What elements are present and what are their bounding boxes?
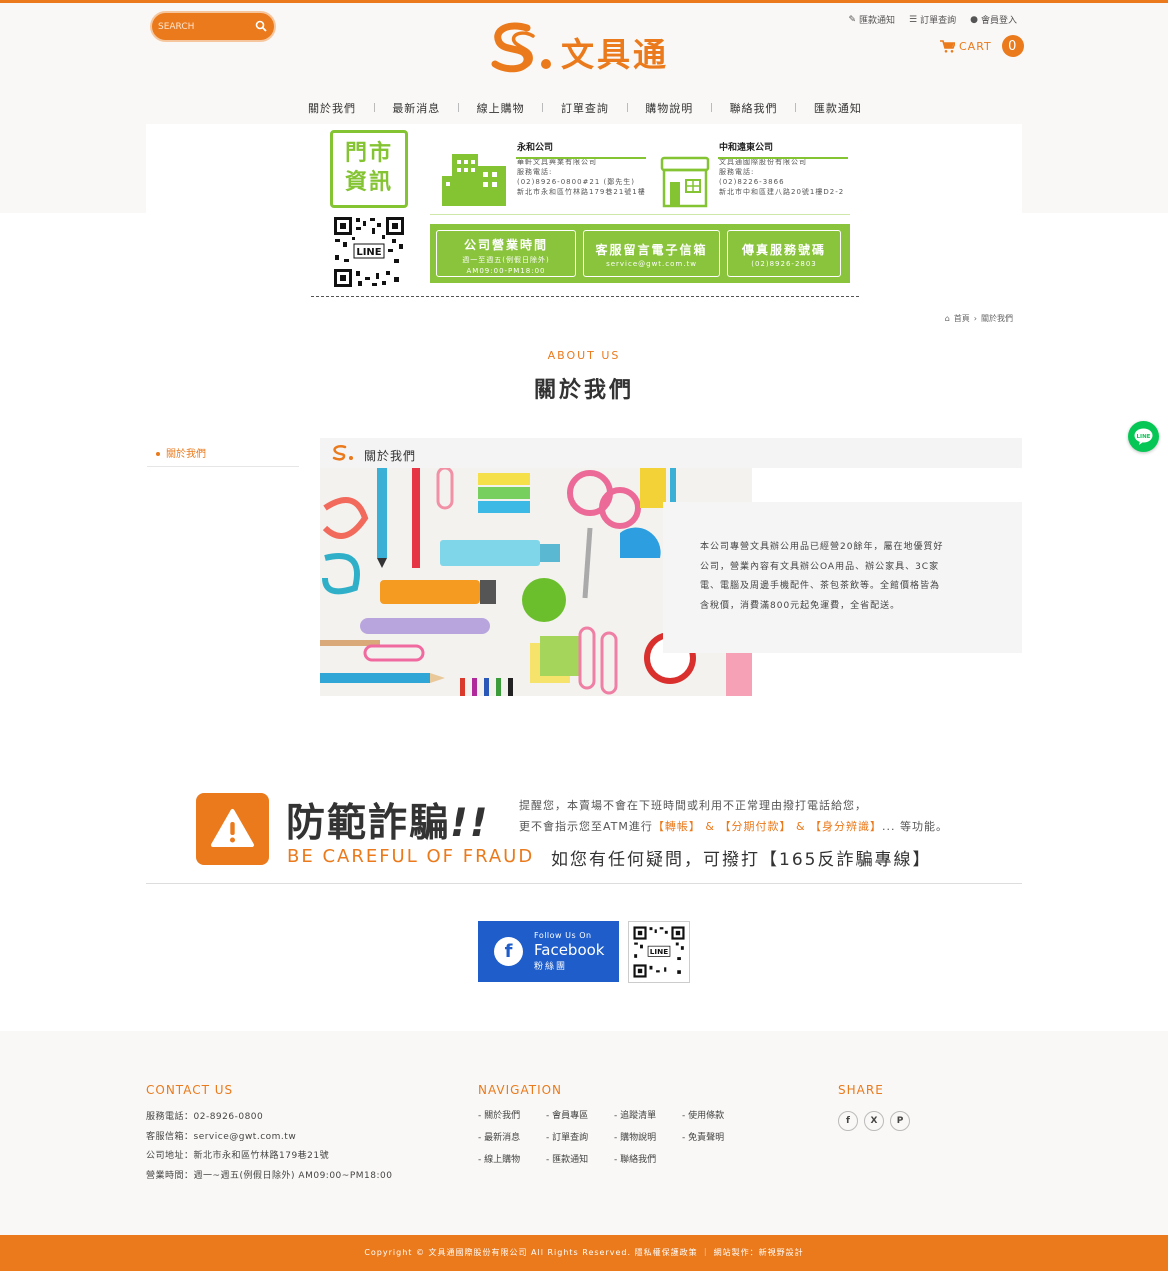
banner-divider (430, 214, 850, 215)
nav-divider (626, 103, 628, 112)
fax-number-box: 傳真服務號碼 (02)8926-2803 (727, 230, 841, 277)
cart-button[interactable]: CART 0 (940, 35, 1024, 57)
facebook-icon: f (494, 937, 523, 966)
footer-nav-title: NAVIGATION (478, 1083, 563, 1097)
breadcrumb-current: 關於我們 (981, 314, 1013, 323)
svg-text:LINE: LINE (650, 947, 668, 956)
nav-news[interactable]: 最新消息 (384, 100, 448, 116)
intro-text-box: 本公司專營文具辦公用品已經營20餘年，屬在地優質好 公司，營業內容有文具辦公OA… (663, 502, 1022, 653)
facebook-share-icon[interactable]: f (838, 1111, 858, 1131)
company-divider (516, 157, 646, 159)
fraud-title-mark: !! (450, 801, 490, 846)
nav-divider (373, 103, 375, 112)
footer-link-disclaimer[interactable]: - 免責聲明 (682, 1130, 750, 1143)
company-zhonghe: 中和遠東公司 文具通國際股份有限公司 服務電話: (02)8226-3866 新… (719, 143, 845, 196)
line-icon: LINE (1134, 428, 1153, 445)
facebook-fanpage-button[interactable]: f Follow Us On Facebook 粉絲團 (478, 921, 619, 982)
member-login-link[interactable]: ● 會員登入 (970, 13, 1017, 27)
nav-divider (542, 103, 544, 112)
share-icons: f X P (838, 1111, 910, 1131)
nav-shopping-guide[interactable]: 購物說明 (637, 100, 701, 116)
footer-share-title: SHARE (838, 1083, 884, 1097)
footer-contact-title: CONTACT US (146, 1083, 234, 1097)
section-divider (146, 883, 1022, 884)
service-info-panel: 公司營業時間 週一至週五(例假日除外) AM09:00-PM18:00 客服留言… (430, 224, 850, 283)
search-box (152, 13, 274, 40)
line-chat-button[interactable]: LINE (1128, 421, 1159, 452)
nav-divider (457, 103, 459, 112)
edit-icon: ✎ (848, 14, 857, 25)
service-email-box: 客服留言電子信箱 service@gwt.com.tw (583, 230, 720, 277)
footer-link-about[interactable]: - 關於我們 (478, 1108, 546, 1121)
logo-text: 文具通 (561, 35, 669, 74)
fraud-notice-line1: 提醒您，本賣場不會在下班時間或利用不正常理由撥打電話給您， (519, 799, 867, 812)
list-icon: ☰ (909, 14, 918, 25)
footer-link-terms[interactable]: - 使用條款 (682, 1108, 750, 1121)
x-share-icon[interactable]: X (864, 1111, 884, 1131)
footer-link-member[interactable]: - 會員專區 (546, 1108, 614, 1121)
svg-text:LINE: LINE (356, 247, 381, 258)
company-divider (718, 157, 848, 159)
warning-icon (196, 793, 269, 865)
business-hours-box: 公司營業時間 週一至週五(例假日除外) AM09:00-PM18:00 (436, 230, 576, 277)
nav-contact[interactable]: 聯絡我們 (722, 100, 786, 116)
about-heading-en: ABOUT US (547, 349, 621, 362)
fraud-hotline: 如您有任何疑問，可撥打【165反詐騙專線】 (551, 850, 932, 870)
remit-notice-link[interactable]: ✎ 匯款通知 (848, 13, 895, 27)
copyright-bar: Copyright © 文具通國際股份有限公司 All Rights Reser… (0, 1235, 1168, 1271)
nav-divider (710, 103, 712, 112)
cart-icon (940, 39, 955, 53)
top-links: ✎ 匯款通知 ☰ 訂單查詢 ● 會員登入 (848, 13, 1017, 27)
sidebar-item-about[interactable]: 關於我們 (147, 438, 299, 467)
user-icon: ● (970, 14, 978, 25)
footer-contact-info: 服務電話：02-8926-0800 客服信箱：service@gwt.com.t… (146, 1112, 393, 1182)
site-logo[interactable]: 文具通 (489, 22, 683, 76)
cart-count-badge: 0 (1001, 35, 1024, 57)
line-qr-code: LINE (332, 215, 406, 289)
footer-link-order-query[interactable]: - 訂單查詢 (546, 1130, 614, 1143)
home-icon: ⌂ (944, 314, 950, 323)
footer-link-news[interactable]: - 最新消息 (478, 1130, 546, 1143)
fraud-notice-line2: 更不會指示您至ATM進行【轉帳】 & 【分期付款】 & 【身分辨識】... 等功… (519, 820, 949, 833)
search-icon[interactable] (255, 20, 267, 32)
svg-text:LINE: LINE (1137, 434, 1151, 440)
nav-remit-notice[interactable]: 匯款通知 (806, 100, 870, 116)
nav-about[interactable]: 關於我們 (300, 100, 364, 116)
plurk-share-icon[interactable]: P (890, 1111, 910, 1131)
building-icon (442, 154, 506, 206)
footer-link-shopping-guide[interactable]: - 購物說明 (614, 1130, 682, 1143)
nav-shop[interactable]: 線上購物 (469, 100, 533, 116)
nav-order-query[interactable]: 訂單查詢 (553, 100, 617, 116)
banner-dashed-line (311, 296, 859, 297)
breadcrumb-home[interactable]: 首頁 (954, 313, 970, 324)
fraud-subtitle: BE CAREFUL OF FRAUD (287, 846, 535, 867)
shop-icon (660, 156, 710, 208)
section-header: 關於我們 (320, 438, 1022, 468)
logo-mark-icon (491, 22, 551, 73)
footer-link-shop[interactable]: - 線上購物 (478, 1152, 546, 1165)
nav-divider (795, 103, 797, 112)
main-nav: 關於我們 最新消息 線上購物 訂單查詢 購物說明 聯絡我們 匯款通知 (300, 100, 870, 116)
breadcrumb-separator: › (973, 314, 977, 323)
breadcrumb: ⌂ 首頁 › 關於我們 (945, 313, 1013, 324)
footer-link-contact[interactable]: - 聯絡我們 (614, 1152, 682, 1165)
footer-link-tracking[interactable]: - 追蹤清單 (614, 1108, 682, 1121)
fraud-title: 防範詐騙!! (286, 801, 490, 846)
order-query-link[interactable]: ☰ 訂單查詢 (909, 13, 956, 27)
search-input[interactable] (158, 18, 250, 35)
footer-nav-links: - 關於我們 - 會員專區 - 追蹤清單 - 使用條款 - 最新消息 - 訂單查… (478, 1108, 750, 1165)
bullet-icon (156, 452, 160, 456)
store-info-badge: 門市 資訊 (330, 130, 408, 208)
logo-small-icon (332, 445, 353, 461)
line-qr-code-footer: LINE (628, 921, 690, 983)
cart-label: CART (959, 39, 992, 53)
page-title: 關於我們 (533, 378, 634, 403)
company-yonghe: 永和公司 華軒文具興業有限公司 服務電話: (02)8926-0800#21 (… (517, 143, 646, 196)
footer-link-remit[interactable]: - 匯款通知 (546, 1152, 614, 1165)
